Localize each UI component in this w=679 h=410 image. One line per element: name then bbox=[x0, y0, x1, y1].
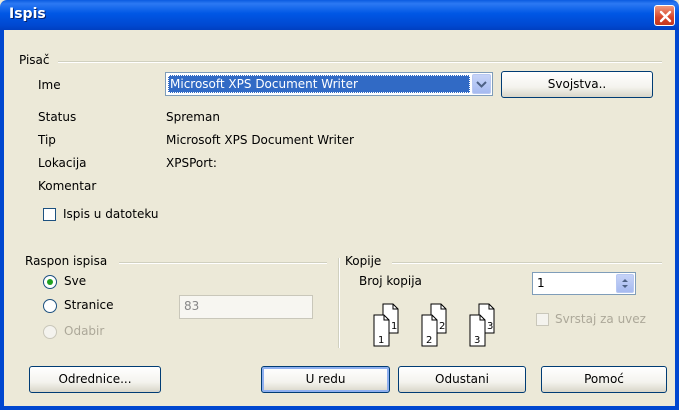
range-pages-label[interactable]: Stranice bbox=[64, 298, 114, 312]
print-to-file-label[interactable]: Ispis u datoteku bbox=[63, 207, 159, 221]
status-label: Status bbox=[38, 110, 77, 124]
spin-buttons[interactable] bbox=[616, 274, 634, 293]
page-icon-label-3a: 3 bbox=[487, 321, 493, 332]
page-icon-label-1a: 1 bbox=[391, 321, 397, 332]
window-title: Ispis bbox=[9, 6, 46, 22]
ok-button[interactable]: U redu bbox=[261, 366, 390, 393]
range-group-divider bbox=[119, 262, 327, 264]
location-label: Lokacija bbox=[38, 156, 87, 170]
page-icon-label-2b: 2 bbox=[426, 335, 432, 346]
range-pages-radio[interactable] bbox=[43, 299, 57, 313]
printer-group-label: Pisač bbox=[19, 53, 50, 67]
cancel-button[interactable]: Odustani bbox=[398, 366, 526, 393]
page-icon-label-2a: 2 bbox=[439, 321, 445, 332]
window-frame-right bbox=[675, 30, 679, 410]
copies-group-divider bbox=[392, 262, 662, 264]
status-value: Spreman bbox=[166, 110, 220, 124]
range-selection-label[interactable]: Odabir bbox=[64, 324, 104, 338]
chevron-down-icon bbox=[476, 81, 487, 88]
range-selection-radio[interactable] bbox=[43, 325, 57, 339]
collate-checkbox[interactable] bbox=[536, 313, 549, 326]
options-button[interactable]: Odrednice... bbox=[29, 366, 161, 393]
printer-select[interactable]: Microsoft XPS Document Writer bbox=[165, 72, 493, 96]
print-to-file-checkbox[interactable] bbox=[43, 208, 56, 221]
copies-count-value: 1 bbox=[537, 276, 545, 290]
range-all-radio[interactable] bbox=[43, 275, 57, 289]
close-button[interactable] bbox=[654, 5, 675, 26]
printer-name-label: Ime bbox=[38, 78, 61, 92]
group-separator bbox=[338, 258, 340, 348]
spin-arrows-icon bbox=[622, 279, 628, 288]
copies-group-label: Kopije bbox=[345, 254, 382, 268]
window-frame-bottom bbox=[0, 406, 679, 410]
comment-label: Komentar bbox=[38, 179, 97, 193]
printer-select-value: Microsoft XPS Document Writer bbox=[168, 75, 470, 93]
collate-pages-icon: 1 1 2 2 3 3 bbox=[373, 303, 495, 347]
title-bar[interactable]: Ispis bbox=[0, 0, 679, 30]
copies-spinner[interactable]: 1 bbox=[532, 272, 636, 295]
help-button[interactable]: Pomoć bbox=[541, 366, 667, 393]
collate-label[interactable]: Svrstaj za uvez bbox=[555, 312, 646, 326]
properties-button[interactable]: Svojstva.. bbox=[501, 71, 653, 98]
close-icon bbox=[659, 10, 672, 23]
pages-input[interactable]: 83 bbox=[179, 295, 313, 319]
page-icon-label-1b: 1 bbox=[378, 335, 384, 346]
range-all-label[interactable]: Sve bbox=[64, 274, 86, 288]
type-label: Tip bbox=[38, 133, 56, 147]
dropdown-arrow-button[interactable] bbox=[472, 74, 491, 94]
page-icon-label-3b: 3 bbox=[474, 335, 480, 346]
window-frame-left bbox=[0, 30, 4, 410]
printer-group-divider bbox=[58, 61, 662, 63]
copies-count-label: Broj kopija bbox=[359, 274, 422, 288]
type-value: Microsoft XPS Document Writer bbox=[166, 133, 354, 147]
range-group-label: Raspon ispisa bbox=[25, 254, 108, 268]
location-value: XPSPort: bbox=[166, 156, 217, 170]
